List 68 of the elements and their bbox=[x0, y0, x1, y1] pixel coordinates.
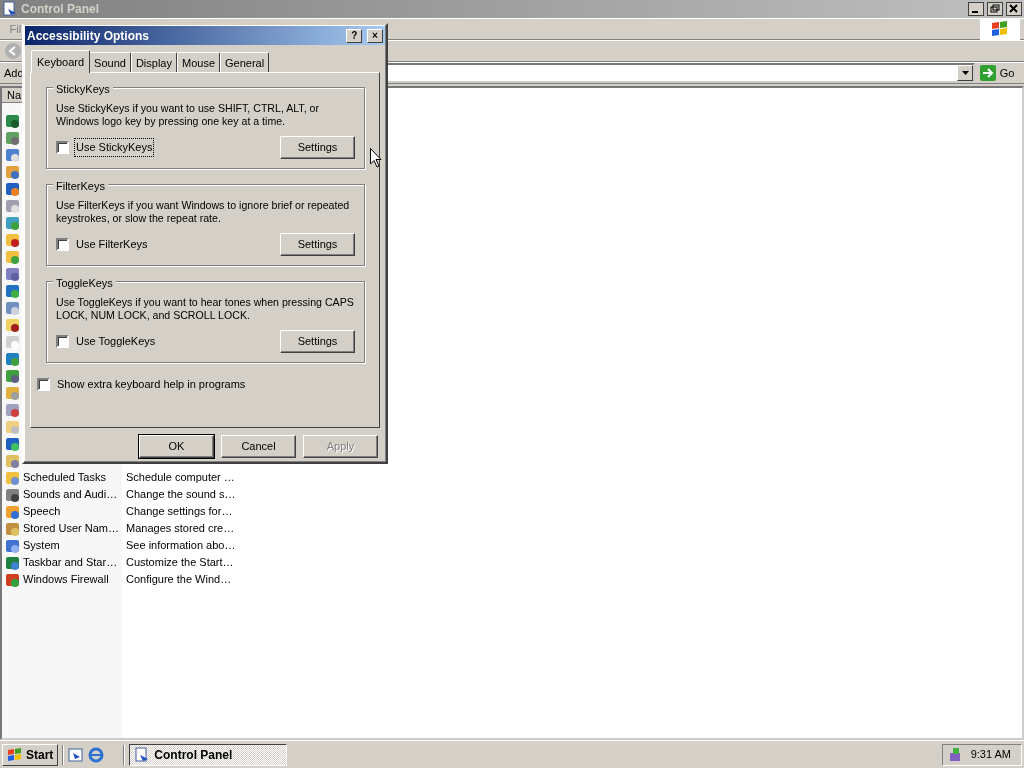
close-button[interactable]: × bbox=[367, 28, 383, 43]
item-name[interactable]: Windows Firewall bbox=[21, 571, 122, 588]
tab[interactable]: Mouse bbox=[177, 51, 220, 72]
taskbar-button[interactable]: Control Panel bbox=[129, 743, 288, 766]
applet-icon[interactable] bbox=[5, 367, 21, 384]
checkbox-label[interactable]: Show extra keyboard help in programs bbox=[55, 375, 248, 394]
applet-icon[interactable] bbox=[5, 163, 21, 180]
checkbox[interactable] bbox=[56, 335, 69, 348]
clock: 9:31 AM bbox=[970, 747, 1011, 763]
dialog-button[interactable]: Cancel bbox=[221, 435, 296, 458]
applet-icon[interactable] bbox=[5, 180, 21, 197]
checkbox-label[interactable]: Use FilterKeys bbox=[74, 235, 150, 254]
tab[interactable]: Display bbox=[130, 51, 177, 72]
restore-icon[interactable] bbox=[987, 2, 1003, 16]
item-description: Change the sound s… bbox=[125, 487, 236, 503]
settings-button[interactable]: Settings bbox=[280, 233, 355, 256]
applet-icon[interactable] bbox=[5, 129, 21, 146]
applet-icon[interactable] bbox=[5, 435, 21, 452]
close-icon[interactable] bbox=[1006, 2, 1022, 16]
control-panel-icon bbox=[2, 1, 18, 17]
start-button[interactable]: Start bbox=[2, 743, 59, 766]
windows-flag-icon bbox=[7, 747, 23, 762]
tab[interactable]: Keyboard bbox=[31, 49, 91, 73]
item-description: Configure the Wind… bbox=[125, 572, 232, 588]
checkbox[interactable] bbox=[56, 141, 69, 154]
checkbox-label[interactable]: Use StickyKeys bbox=[74, 138, 155, 157]
item-name[interactable]: System bbox=[21, 537, 122, 554]
applet-icon[interactable] bbox=[5, 112, 21, 129]
dialog-title: Accessibility Options bbox=[27, 27, 151, 45]
item-name[interactable]: Stored User Nam… bbox=[21, 520, 122, 537]
applet-icon[interactable] bbox=[5, 265, 21, 282]
item-description: Customize the Start… bbox=[125, 555, 234, 571]
applet-icon[interactable] bbox=[5, 503, 21, 520]
checkbox[interactable] bbox=[56, 238, 69, 251]
settings-button[interactable]: Settings bbox=[280, 330, 355, 353]
desktop-shortcut-icon[interactable] bbox=[68, 746, 85, 763]
tab[interactable]: General bbox=[220, 51, 270, 72]
checkbox-label[interactable]: Use ToggleKeys bbox=[74, 332, 158, 351]
item-name[interactable]: Sounds and Audi… bbox=[21, 486, 122, 503]
group-description: Use StickyKeys if you want to use SHIFT, CTRL, ALT, or Windows logo key by pressing one key at a time. bbox=[56, 102, 320, 129]
minimize-icon[interactable] bbox=[968, 2, 984, 16]
applet-icon[interactable] bbox=[5, 571, 21, 588]
item-description: Schedule computer … bbox=[125, 470, 235, 486]
applet-icon[interactable] bbox=[5, 537, 21, 554]
item-description: Manages stored cre… bbox=[125, 521, 235, 537]
item-name[interactable]: Speech bbox=[21, 503, 122, 520]
applet-icon[interactable] bbox=[5, 316, 21, 333]
applet-icon[interactable] bbox=[5, 554, 21, 571]
group-description: Use FilterKeys if you want Windows to ignore brief or repeated keystrokes, or slow the repeat rate. bbox=[56, 199, 351, 226]
group-description: Use ToggleKeys if you want to hear tones when pressing CAPS LOCK, NUM LOCK, and SCROLL LOCK. bbox=[56, 296, 355, 323]
browser-icon[interactable] bbox=[88, 746, 105, 763]
dropdown-button[interactable] bbox=[957, 65, 974, 81]
applet-icon[interactable] bbox=[5, 486, 21, 503]
go-button[interactable]: Go bbox=[999, 64, 1015, 82]
item-name[interactable]: Scheduled Tasks bbox=[21, 469, 122, 486]
window-title: Control Panel bbox=[21, 1, 99, 18]
checkbox[interactable] bbox=[37, 377, 50, 391]
item-name[interactable]: Taskbar and Star… bbox=[21, 554, 122, 571]
applet-icon[interactable] bbox=[5, 401, 21, 418]
tab[interactable]: Sound bbox=[89, 51, 131, 72]
settings-button[interactable]: Settings bbox=[280, 136, 355, 159]
help-button[interactable]: ? bbox=[346, 28, 363, 43]
dialog-button[interactable]: OK bbox=[139, 435, 214, 458]
applet-icon[interactable] bbox=[5, 231, 21, 248]
applet-icon[interactable] bbox=[5, 282, 21, 299]
item-description: See information abo… bbox=[125, 538, 236, 554]
item-description: Change settings for… bbox=[125, 504, 233, 520]
caret-icon bbox=[961, 71, 969, 75]
